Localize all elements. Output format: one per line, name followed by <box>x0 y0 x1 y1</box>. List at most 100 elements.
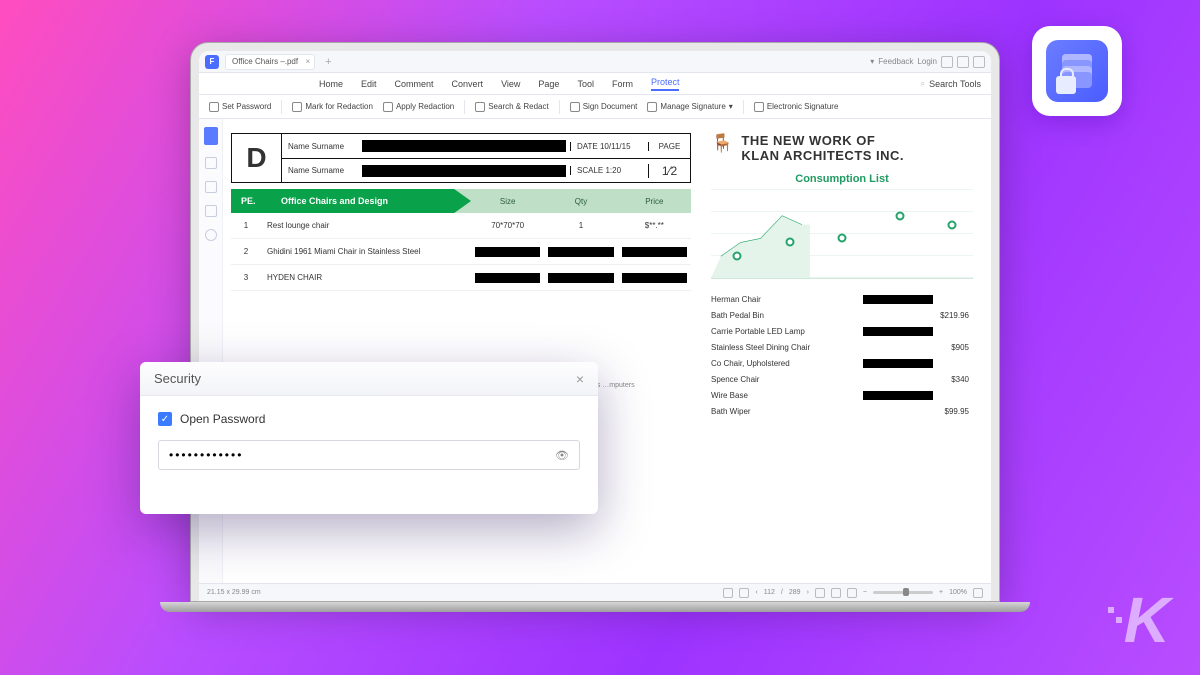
toggle-visibility-icon[interactable]: 👁 <box>555 449 569 462</box>
page-current[interactable]: 112 <box>764 589 775 596</box>
menu-form[interactable]: Form <box>612 79 633 89</box>
window-max-icon[interactable] <box>957 56 969 68</box>
fit-width-icon[interactable] <box>831 588 841 598</box>
sign-document-button[interactable]: Sign Document <box>570 102 638 112</box>
document-tab[interactable]: Office Chairs –.pdf × <box>225 54 315 70</box>
select-tool-icon[interactable] <box>739 588 749 598</box>
protect-feature-badge <box>1032 26 1122 116</box>
electronic-signature-button[interactable]: Electronic Signature <box>754 102 839 112</box>
lock-icon <box>1056 76 1076 94</box>
table-row: 2 Ghidini 1961 Miami Chair in Stainless … <box>231 239 691 265</box>
status-bar: 21.15 x 29.99 cm ‹ 112 / 289 › − + 1 <box>199 583 991 601</box>
watermark-logo: K <box>1108 583 1170 657</box>
redacted-block <box>362 140 566 152</box>
bookmarks-icon[interactable] <box>205 157 217 169</box>
redacted-block <box>622 273 687 283</box>
window-min-icon[interactable] <box>941 56 953 68</box>
menu-edit[interactable]: Edit <box>361 79 377 89</box>
search-tools-input[interactable]: Search Tools <box>921 79 981 89</box>
zoom-slider[interactable] <box>873 591 933 594</box>
search-redact-button[interactable]: Search & Redact <box>475 102 548 112</box>
apply-redaction-button[interactable]: Apply Redaction <box>383 102 454 112</box>
attachments-icon[interactable] <box>205 181 217 193</box>
item-price: $905 <box>933 343 973 352</box>
laptop-mockup: F Office Chairs –.pdf × + ▾ Feedback Log… <box>190 42 1000 602</box>
prev-page-icon[interactable]: ‹ <box>755 589 757 596</box>
menu-tool[interactable]: Tool <box>577 79 594 89</box>
menu-convert[interactable]: Convert <box>452 79 484 89</box>
item-price: $219.96 <box>933 311 973 320</box>
page-fraction: 1⁄2 <box>648 164 690 178</box>
hand-tool-icon[interactable] <box>723 588 733 598</box>
chair-logo-icon: 🪑 <box>711 133 733 154</box>
item-name: Wire Base <box>711 391 863 400</box>
redact-mark-icon <box>292 102 302 112</box>
chart-point <box>733 251 742 260</box>
chart-point <box>895 211 904 220</box>
price-row: Spence Chair$340 <box>711 371 973 387</box>
table-row: 1 Rest lounge chair 70*70*70 1 $**.** <box>231 213 691 239</box>
comments-icon[interactable] <box>205 229 217 241</box>
consumption-chart <box>711 189 973 279</box>
redacted-block <box>863 359 933 368</box>
right-title: THE NEW WORK OF KLAN ARCHITECTS INC. <box>741 133 904 163</box>
manage-sign-icon <box>647 102 657 112</box>
col-pe: PE. <box>241 196 281 206</box>
set-password-button[interactable]: Set Password <box>209 102 271 112</box>
esign-icon <box>754 102 764 112</box>
sign-icon <box>570 102 580 112</box>
open-password-checkbox[interactable]: ✓ <box>158 412 172 426</box>
separator <box>743 100 744 114</box>
price-row: Herman Chair <box>711 291 973 307</box>
chart-point <box>948 220 957 229</box>
chevron-down-icon[interactable]: ▾ <box>870 57 874 66</box>
separator <box>559 100 560 114</box>
login-link[interactable]: Login <box>917 57 937 66</box>
menu-comment[interactable]: Comment <box>395 79 434 89</box>
zoom-level[interactable]: 100% <box>949 589 967 596</box>
page-total: 289 <box>789 589 801 596</box>
page-dimensions: 21.15 x 29.99 cm <box>207 589 261 596</box>
menu-home[interactable]: Home <box>319 79 343 89</box>
price-row: Bath Wiper$99.95 <box>711 403 973 419</box>
price-row: Wire Base <box>711 387 973 403</box>
ribbon-toolbar: Set Password Mark for Redaction Apply Re… <box>199 95 991 119</box>
scale-label: SCALE 1:20 <box>570 166 648 175</box>
menu-protect[interactable]: Protect <box>651 77 680 91</box>
redacted-block <box>863 391 933 400</box>
manage-signature-button[interactable]: Manage Signature ▾ <box>647 102 732 112</box>
menu-view[interactable]: View <box>501 79 520 89</box>
redacted-block <box>622 247 687 257</box>
thumbnails-icon[interactable] <box>204 127 218 145</box>
window-close-icon[interactable] <box>973 56 985 68</box>
app-logo-icon: F <box>205 55 219 69</box>
item-price: $99.95 <box>933 407 973 416</box>
dialog-close-icon[interactable]: × <box>576 371 584 387</box>
zoom-out-icon[interactable]: − <box>863 589 867 596</box>
mark-redaction-button[interactable]: Mark for Redaction <box>292 102 373 112</box>
table-title: Office Chairs and Design <box>281 196 388 206</box>
chart-point <box>785 238 794 247</box>
search-placeholder: Search Tools <box>929 79 981 89</box>
redacted-block <box>863 327 933 336</box>
price-list: Herman ChairBath Pedal Bin$219.96Carrie … <box>711 291 973 419</box>
feedback-link[interactable]: Feedback <box>878 57 913 66</box>
item-name: Bath Wiper <box>711 407 933 416</box>
password-input[interactable]: •••••••••••• 👁 <box>158 440 580 470</box>
redact-apply-icon <box>383 102 393 112</box>
menu-page[interactable]: Page <box>538 79 559 89</box>
open-password-label: Open Password <box>180 412 265 426</box>
fullscreen-icon[interactable] <box>973 588 983 598</box>
view-mode-icon[interactable] <box>847 588 857 598</box>
price-row: Co Chair, Upholstered <box>711 355 973 371</box>
layers-icon[interactable] <box>205 205 217 217</box>
redacted-block <box>475 247 540 257</box>
next-page-icon[interactable]: › <box>807 589 809 596</box>
tab-close-icon[interactable]: × <box>305 57 310 66</box>
zoom-in-icon[interactable]: + <box>939 589 943 596</box>
item-name: Spence Chair <box>711 375 933 384</box>
fit-page-icon[interactable] <box>815 588 825 598</box>
page-label: PAGE <box>649 142 690 151</box>
redacted-block <box>548 273 613 283</box>
new-tab-button[interactable]: + <box>321 56 335 68</box>
